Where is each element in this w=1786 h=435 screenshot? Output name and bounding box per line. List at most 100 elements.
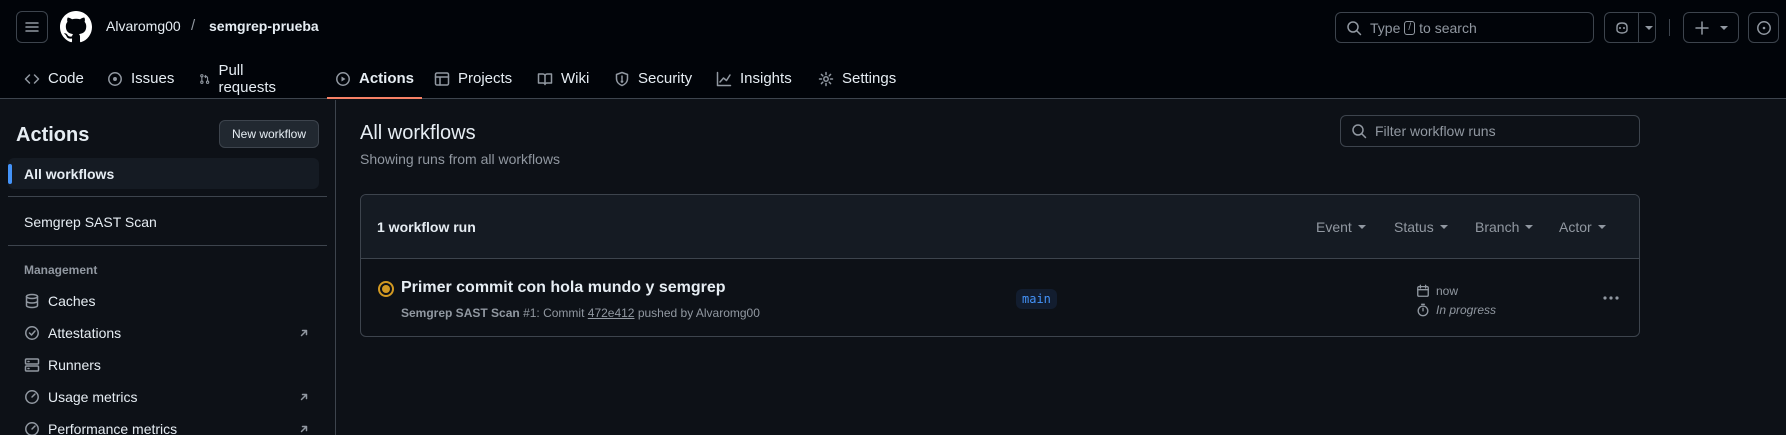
- sidebar-item-label: Attestations: [48, 325, 122, 341]
- table-icon: [434, 71, 450, 86]
- filter-label: Event: [1316, 219, 1352, 235]
- external-link-icon: [300, 425, 308, 433]
- book-icon: [537, 72, 553, 85]
- sidebar-item-runners[interactable]: Runners: [24, 355, 310, 375]
- issues-shortcut-button[interactable]: [1748, 12, 1779, 43]
- breadcrumb-owner[interactable]: Alvaromg00: [106, 18, 181, 34]
- tab-insights[interactable]: Insights: [716, 58, 792, 99]
- header-divider: [1669, 19, 1670, 36]
- sidebar-item-usage-metrics[interactable]: Usage metrics: [24, 387, 310, 407]
- in-progress-status-icon: [378, 281, 394, 297]
- gear-icon: [818, 71, 834, 86]
- tab-wiki[interactable]: Wiki: [537, 58, 589, 99]
- external-link-icon: [300, 393, 308, 401]
- filter-actor-dropdown[interactable]: Actor: [1559, 219, 1606, 235]
- run-commit-prefix: : Commit: [536, 306, 585, 320]
- workflow-runs-list: 1 workflow run Event Status Branch Actor…: [360, 194, 1640, 337]
- global-search-input[interactable]: Type / to search: [1335, 12, 1594, 43]
- github-logo-icon[interactable]: [60, 11, 92, 43]
- issue-icon: [1756, 20, 1771, 35]
- tab-label: Actions: [359, 70, 415, 87]
- create-new-button[interactable]: [1683, 12, 1739, 43]
- stopwatch-icon: [1417, 303, 1429, 317]
- chevron-down-icon: [1439, 225, 1448, 229]
- tab-projects[interactable]: Projects: [434, 58, 512, 99]
- chevron-down-icon: [1357, 225, 1366, 229]
- actions-sidebar: Actions New workflow All workflows Semgr…: [0, 100, 336, 435]
- verified-icon: [25, 326, 39, 340]
- chevron-down-icon: [1525, 225, 1534, 229]
- pull-request-icon: [200, 73, 210, 84]
- new-workflow-button[interactable]: New workflow: [219, 120, 319, 148]
- copilot-button[interactable]: [1604, 12, 1656, 43]
- sidebar-item-all-workflows[interactable]: All workflows: [8, 158, 319, 189]
- sidebar-item-workflow[interactable]: Semgrep SAST Scan: [24, 214, 157, 230]
- page-subtitle: Showing runs from all workflows: [360, 151, 560, 167]
- play-icon: [336, 71, 350, 86]
- external-link-icon: [300, 329, 308, 337]
- run-pushed-by: pushed by Alvaromg00: [637, 306, 760, 320]
- run-when-text: now: [1436, 284, 1459, 298]
- search-icon: [1347, 20, 1362, 35]
- tab-settings[interactable]: Settings: [818, 58, 896, 99]
- tab-label: Pull requests: [218, 61, 276, 96]
- tab-code[interactable]: Code: [24, 58, 84, 99]
- sidebar-item-attestations[interactable]: Attestations: [24, 323, 310, 343]
- page-title: All workflows: [360, 122, 476, 144]
- tab-pull-requests[interactable]: Pull requests: [199, 58, 281, 99]
- sidebar-item-label: Usage metrics: [48, 389, 138, 405]
- breadcrumb-repo[interactable]: semgrep-prueba: [209, 18, 319, 34]
- filter-branch-dropdown[interactable]: Branch: [1475, 219, 1534, 235]
- plus-icon: [1695, 20, 1709, 35]
- calendar-icon: [1417, 284, 1429, 297]
- run-options-button[interactable]: [1601, 288, 1621, 308]
- filter-placeholder: Filter workflow runs: [1375, 123, 1496, 139]
- database-icon: [25, 293, 39, 309]
- run-number: #1: [523, 306, 537, 320]
- graph-icon: [716, 71, 732, 86]
- tab-security[interactable]: Security: [614, 58, 692, 99]
- runs-count: 1 workflow run: [377, 219, 476, 235]
- menu-button[interactable]: [16, 11, 48, 43]
- sidebar-item-caches[interactable]: Caches: [24, 291, 310, 311]
- filter-label: Status: [1394, 219, 1434, 235]
- sidebar-item-label: Performance metrics: [48, 421, 178, 435]
- copilot-icon: [1616, 21, 1628, 34]
- chevron-down-icon: [1720, 25, 1728, 30]
- tab-label: Issues: [131, 70, 175, 87]
- run-title-link[interactable]: Primer commit con hola mundo y semgrep: [401, 279, 726, 297]
- tab-label: Insights: [740, 70, 792, 87]
- tab-actions[interactable]: Actions: [326, 58, 423, 99]
- chevron-down-icon: [1597, 225, 1606, 229]
- issue-icon: [108, 71, 122, 86]
- hamburger-icon: [25, 22, 39, 32]
- filter-runs-input[interactable]: Filter workflow runs: [1340, 115, 1640, 147]
- tab-issues[interactable]: Issues: [107, 58, 174, 99]
- kebab-horizontal-icon: [1603, 296, 1619, 300]
- sidebar-item-label: Runners: [48, 357, 101, 373]
- run-timestamp: now: [1416, 284, 1458, 298]
- sidebar-title: Actions: [16, 124, 90, 146]
- search-icon: [1352, 124, 1367, 139]
- tab-label: Wiki: [561, 70, 590, 87]
- filter-label: Branch: [1475, 219, 1520, 235]
- tab-label: Security: [638, 70, 693, 87]
- search-text-before: Type: [1370, 19, 1401, 36]
- code-icon: [24, 73, 40, 84]
- filter-event-dropdown[interactable]: Event: [1316, 219, 1366, 235]
- commit-link[interactable]: 472e412: [588, 306, 635, 320]
- sidebar-item-label: Caches: [48, 293, 96, 309]
- sidebar-item-performance-metrics[interactable]: Performance metrics: [24, 419, 310, 435]
- run-duration: In progress: [1416, 303, 1496, 317]
- global-header: Alvaromg00 / semgrep-prueba Type / to se…: [0, 0, 1786, 99]
- tab-label: Projects: [458, 70, 513, 87]
- meter-icon: [25, 390, 39, 404]
- breadcrumb-separator: /: [191, 17, 196, 34]
- meter-icon: [25, 422, 39, 435]
- filter-status-dropdown[interactable]: Status: [1394, 219, 1448, 235]
- chevron-down-icon[interactable]: [1645, 25, 1653, 30]
- search-shortcut-key: /: [1404, 20, 1416, 35]
- branch-badge[interactable]: main: [1016, 289, 1057, 309]
- run-meta: Semgrep SAST Scan #1: Commit 472e412 pus…: [401, 306, 760, 320]
- search-text-after: to search: [1419, 19, 1477, 36]
